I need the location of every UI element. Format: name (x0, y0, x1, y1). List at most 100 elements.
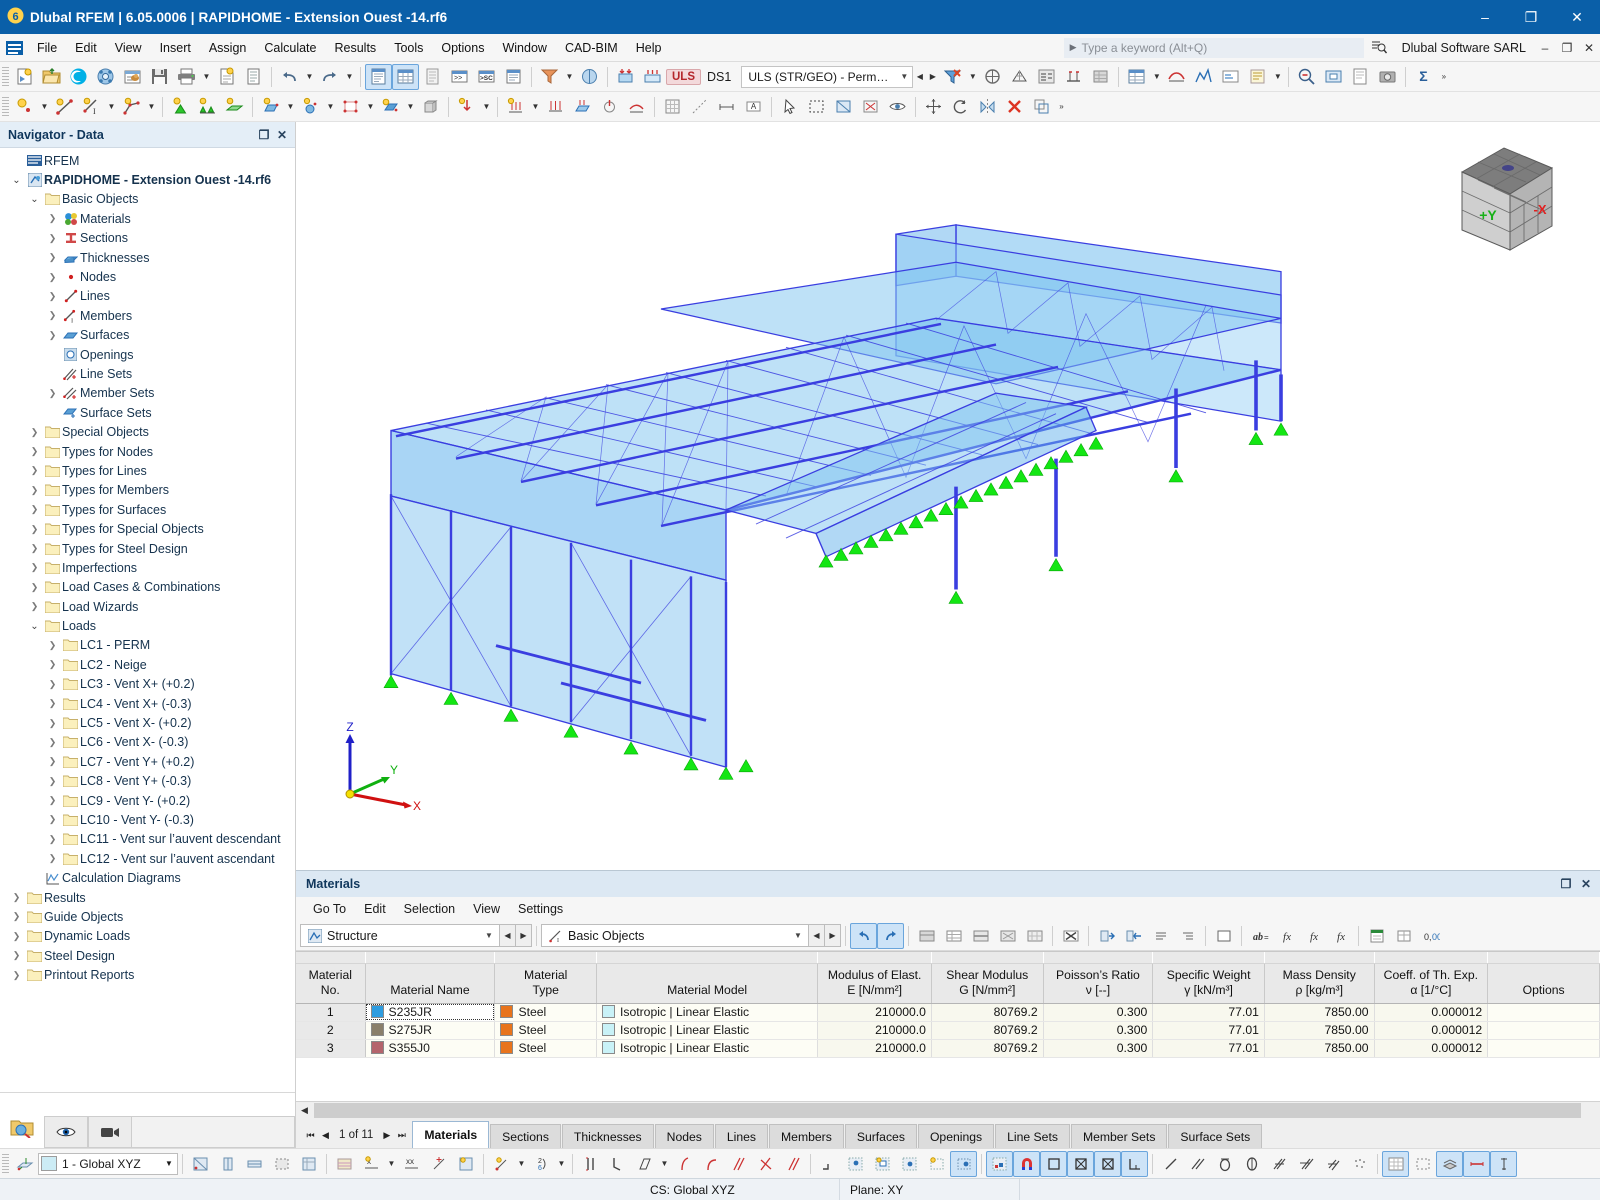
script-console-icon[interactable]: >SC (473, 64, 500, 90)
combination-next-button[interactable]: ▶ (926, 64, 939, 90)
tree-item[interactable]: ❯ Load Wizards (0, 597, 295, 616)
menu-edit[interactable]: Edit (66, 34, 106, 62)
column-header[interactable]: Material Name (365, 963, 496, 1004)
print-dropdown-icon[interactable]: ▼ (200, 64, 213, 90)
plane-custom-icon[interactable] (268, 1151, 295, 1177)
chevron-right-icon[interactable]: ❯ (26, 485, 43, 496)
object-snap-icon[interactable] (488, 1151, 515, 1177)
snap-toolbar-grip[interactable] (2, 1153, 9, 1174)
tab-member-sets[interactable]: Member Sets (1070, 1124, 1168, 1148)
indent-right-icon[interactable] (1174, 923, 1201, 949)
mirror-icon[interactable] (974, 94, 1001, 120)
new-polyline-dropdown-icon[interactable]: ▼ (145, 94, 158, 120)
new-block-icon[interactable] (417, 94, 444, 120)
specific-weight-cell[interactable]: 77.01 (1152, 1003, 1265, 1022)
printout-icon[interactable] (1244, 64, 1271, 90)
navigation-cube[interactable]: +Y -X (1432, 134, 1582, 264)
navigator-close-button[interactable]: ✕ (273, 128, 291, 142)
chevron-right-icon[interactable]: ❯ (44, 853, 61, 864)
printout-report-icon[interactable] (240, 64, 267, 90)
new-opening-dropdown-icon[interactable]: ▼ (364, 94, 377, 120)
window-close-button[interactable]: ✕ (1554, 0, 1600, 34)
info-panel-icon[interactable] (500, 64, 527, 90)
tab-sections[interactable]: Sections (490, 1124, 561, 1148)
new-member-load-dropdown-icon[interactable]: ▼ (529, 94, 542, 120)
material-model-cell[interactable]: Isotropic | Linear Elastic (596, 1003, 819, 1022)
render-style-icon[interactable] (576, 64, 603, 90)
tree-item[interactable]: ❯ LC10 - Vent Y- (-0.3) (0, 810, 295, 829)
tree-item[interactable]: Openings (0, 345, 295, 364)
model-settings-icon[interactable] (92, 64, 119, 90)
delete-row-icon[interactable] (967, 923, 994, 949)
table-row[interactable]: 1 S235JR Steel Isotropic | Linear Elastic 21… (296, 1003, 1600, 1022)
new-line-load-icon[interactable] (542, 94, 569, 120)
new-surface-load-icon[interactable] (569, 94, 596, 120)
doc-minimize-button[interactable]: – (1534, 41, 1556, 55)
snap-grid-toggle-icon[interactable] (986, 1150, 1013, 1177)
chevron-right-icon[interactable]: ❯ (26, 582, 43, 593)
tab-nodes[interactable]: Nodes (654, 1124, 714, 1148)
new-node-icon[interactable] (11, 94, 38, 120)
insert-toolbar-grip[interactable] (2, 96, 9, 117)
pager-last-button[interactable]: ⏭ (394, 1130, 409, 1141)
column-header[interactable]: Coeff. of Th. Exp. α [1/°C] (1374, 963, 1489, 1004)
tree-item[interactable]: ❯ LC11 - Vent sur l’auvent descendant (0, 830, 295, 849)
function-fx-icon[interactable]: fx (1273, 923, 1300, 949)
menu-options[interactable]: Options (432, 34, 493, 62)
arc-snap-icon[interactable] (698, 1151, 725, 1177)
indent-left-icon[interactable] (1147, 923, 1174, 949)
modulus-elasticity-cell[interactable]: 210000.0 (817, 1021, 932, 1040)
menu-calculate[interactable]: Calculate (255, 34, 325, 62)
chevron-right-icon[interactable]: ❯ (26, 562, 43, 573)
toolbar-grip[interactable] (2, 66, 9, 87)
tree-item[interactable]: ❯ Guide Objects (0, 907, 295, 926)
new-surface-support-icon[interactable] (221, 94, 248, 120)
tree-item[interactable]: ❯ Special Objects (0, 422, 295, 441)
view-all-icon[interactable] (1320, 64, 1347, 90)
ellipse-render-icon[interactable] (1238, 1151, 1265, 1177)
view-visibility-button[interactable] (44, 1116, 88, 1148)
thermal-expansion-cell[interactable]: 0.000012 (1374, 1021, 1489, 1040)
parallel-extend-icon[interactable] (779, 1151, 806, 1177)
perpendicular-icon[interactable] (752, 1151, 779, 1177)
tangent-snap-icon[interactable] (671, 1151, 698, 1177)
chevron-right-icon[interactable]: ❯ (26, 465, 43, 476)
support-reactions-icon[interactable] (1060, 64, 1087, 90)
division-snap-dropdown-icon[interactable]: ▼ (555, 1151, 568, 1177)
new-member-icon[interactable]: I (78, 94, 105, 120)
chevron-right-icon[interactable]: ❯ (44, 252, 61, 263)
object-next-button[interactable]: ▶ (825, 924, 841, 947)
rotate-icon[interactable] (947, 94, 974, 120)
hscroll-thumb[interactable] (314, 1102, 1581, 1118)
table-panel-icon[interactable] (392, 63, 419, 90)
cloud-sync-icon[interactable] (65, 64, 92, 90)
materials-table-wrapper[interactable]: Material No. Material Name Material Type Ma… (296, 951, 1600, 1101)
select-special-icon[interactable] (830, 94, 857, 120)
structure-prev-button[interactable]: ◀ (500, 924, 516, 947)
result-values-icon[interactable] (1217, 64, 1244, 90)
scale-icon[interactable] (1028, 94, 1055, 120)
new-solid-dropdown-icon[interactable]: ▼ (324, 94, 337, 120)
print-icon[interactable] (173, 64, 200, 90)
redo-dropdown-icon[interactable]: ▼ (343, 64, 356, 90)
work-plane-icon[interactable] (11, 1151, 38, 1177)
ortho-mode-icon[interactable] (577, 1151, 604, 1177)
dock-close-button[interactable]: ✕ (1576, 877, 1596, 891)
navigator-undock-button[interactable]: ❐ (255, 128, 273, 142)
mesh-lines2-icon[interactable] (1292, 1151, 1319, 1177)
tree-item[interactable]: RFEM (0, 151, 295, 170)
snap-x-dropdown-icon[interactable]: ▼ (385, 1151, 398, 1177)
tree-item[interactable]: ❯ Steel Design (0, 946, 295, 965)
chevron-down-icon[interactable]: ⌄ (26, 621, 43, 632)
undo-dropdown-icon[interactable]: ▼ (303, 64, 316, 90)
new-free-load-icon[interactable] (596, 94, 623, 120)
chevron-right-icon[interactable]: ❯ (44, 718, 61, 729)
guide-line-icon[interactable] (686, 94, 713, 120)
result-diagram-icon[interactable] (1190, 64, 1217, 90)
tree-item[interactable]: ❯ LC4 - Vent X+ (-0.3) (0, 694, 295, 713)
new-polyline-icon[interactable] (118, 94, 145, 120)
table-body[interactable]: 1 S235JR Steel Isotropic | Linear Elastic 21… (296, 1003, 1600, 1058)
print-preview-icon[interactable] (1347, 64, 1374, 90)
tree-item[interactable]: ❯ Types for Lines (0, 461, 295, 480)
chevron-right-icon[interactable]: ❯ (44, 756, 61, 767)
